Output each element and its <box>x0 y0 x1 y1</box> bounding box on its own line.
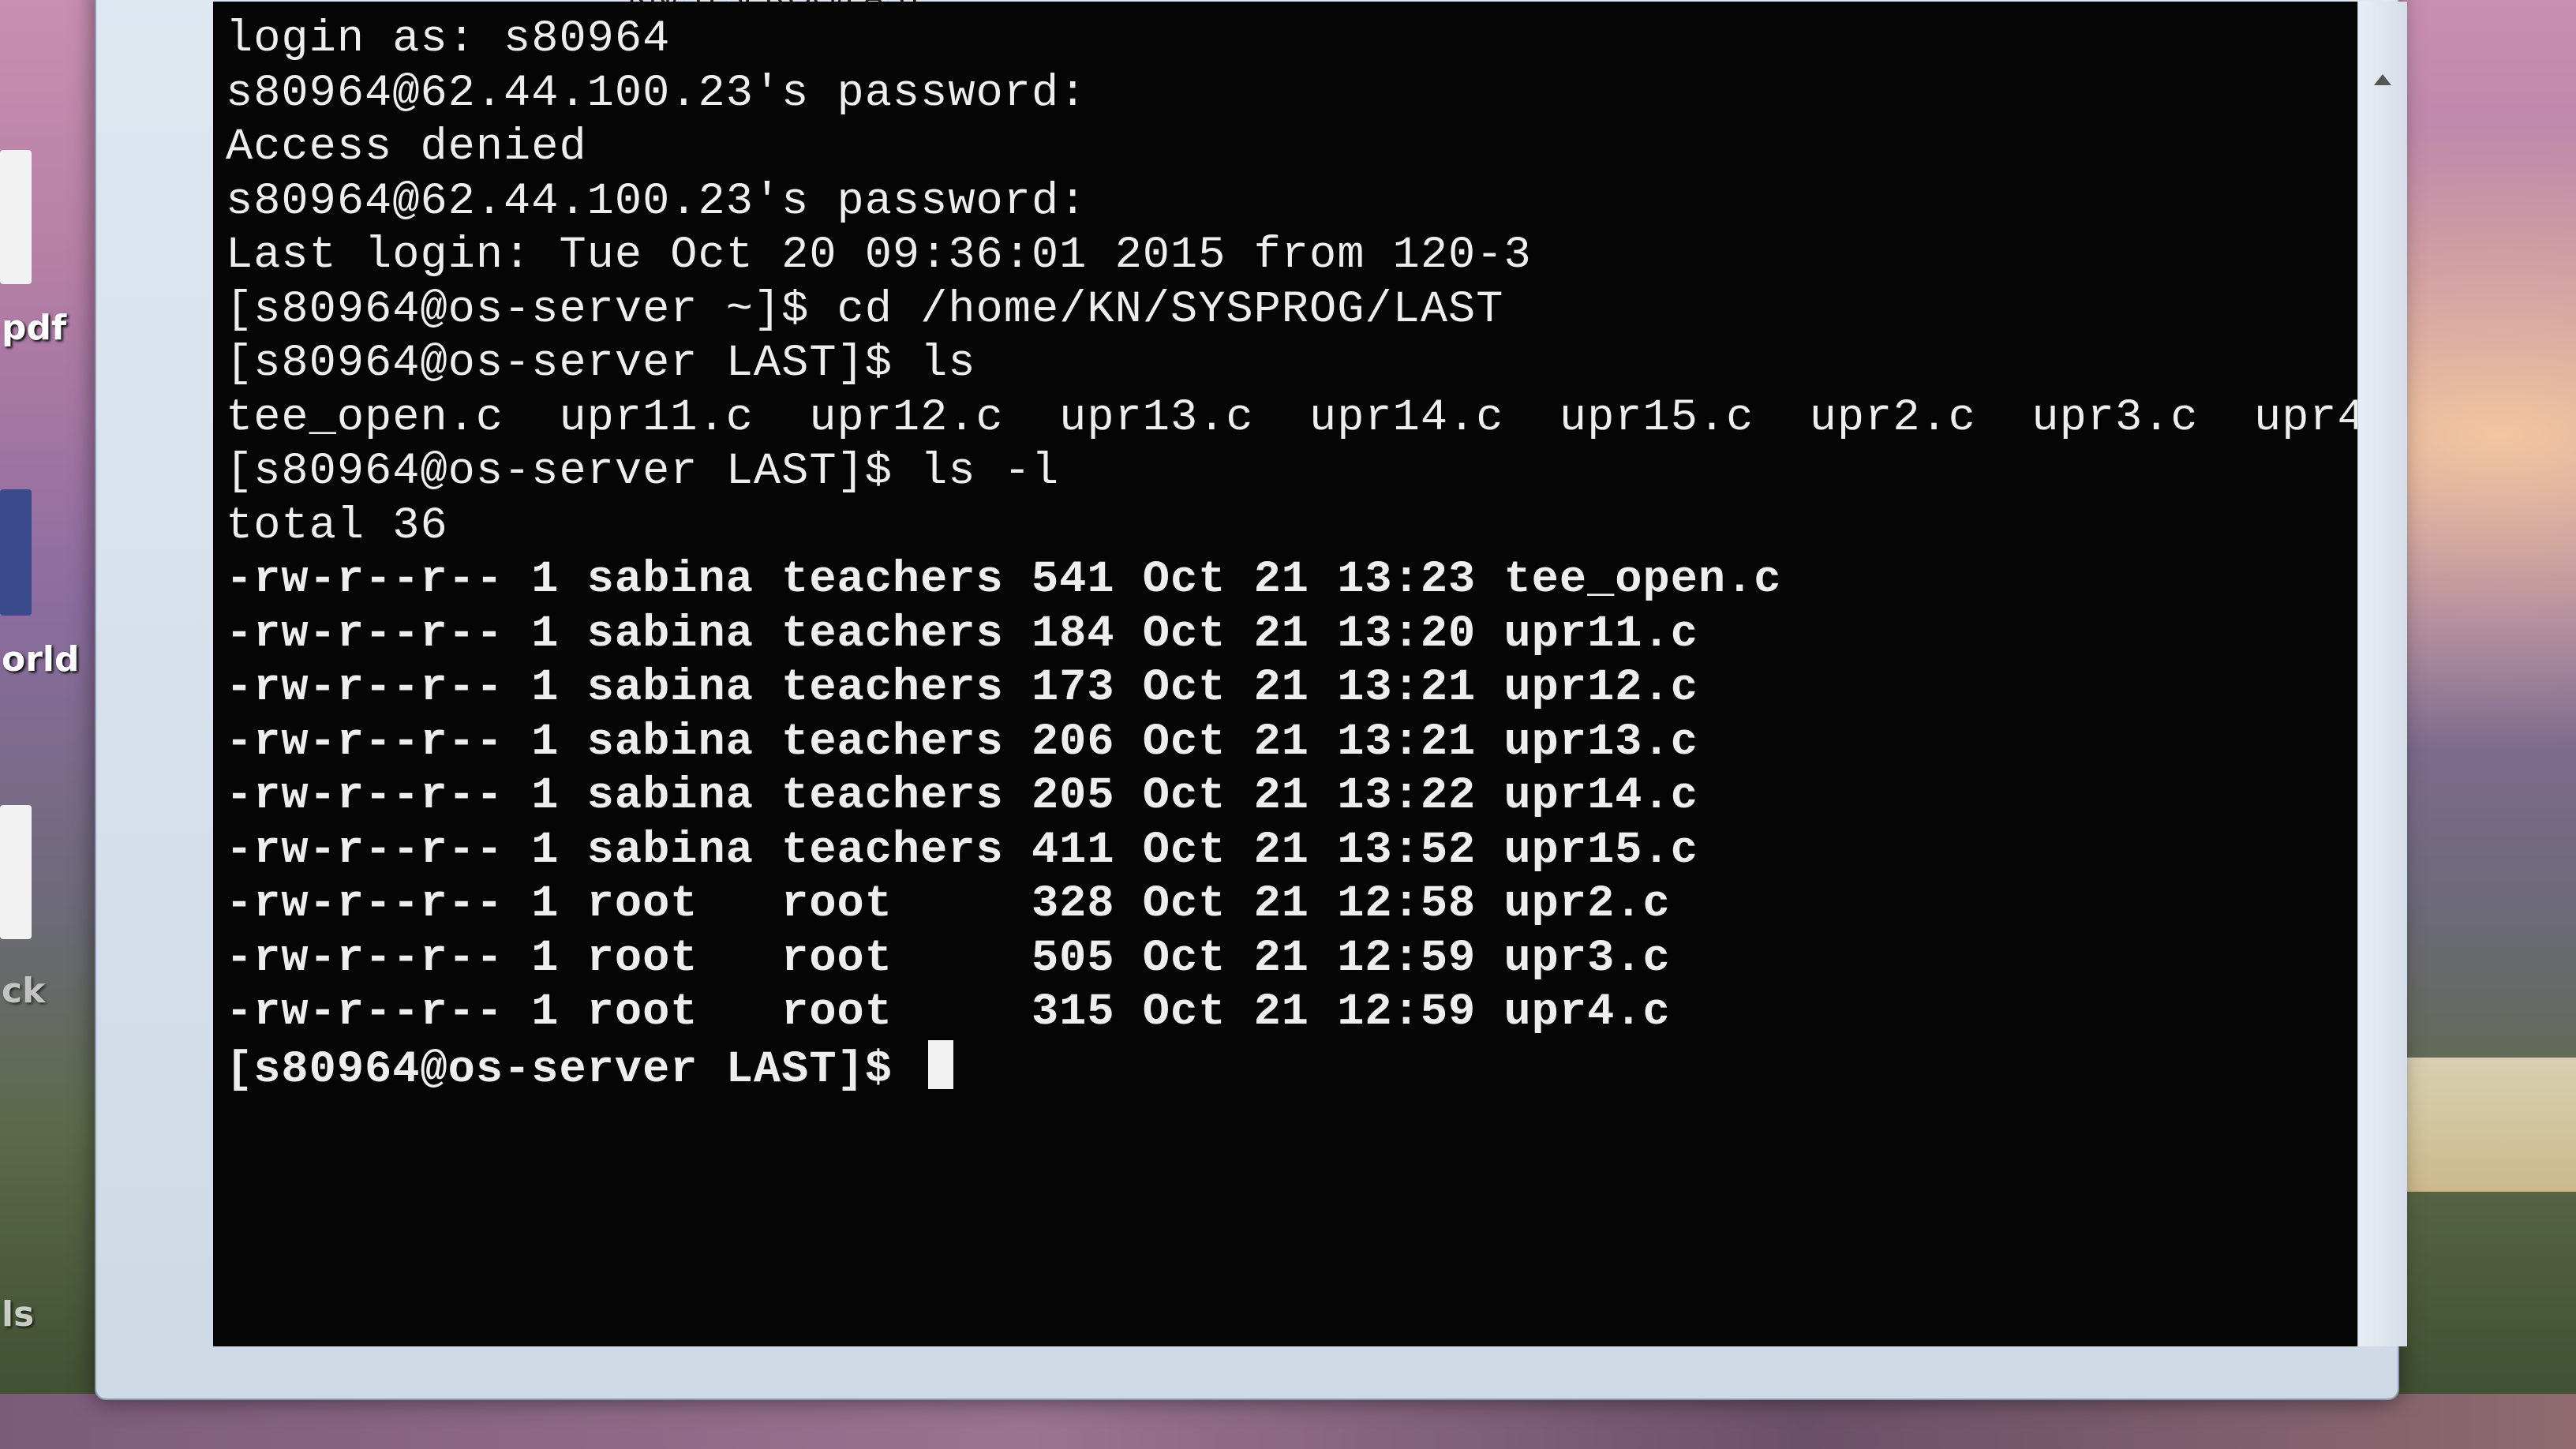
desktop-icon-world[interactable] <box>0 489 32 616</box>
prompt-line[interactable]: [s80964@os-server LAST]$ <box>226 1039 2344 1095</box>
file-listing-row: -rw-r--r-- 1 sabina teachers 411 Oct 21 … <box>226 825 1698 876</box>
terminal-output[interactable]: login as: s80964 s80964@62.44.100.23's p… <box>213 2 2407 1346</box>
file-listing-row: -rw-r--r-- 1 sabina teachers 206 Oct 21 … <box>226 717 1698 768</box>
terminal-line: Last login: Tue Oct 20 09:36:01 2015 fro… <box>226 230 1532 281</box>
desktop-label-world: orld <box>2 639 80 680</box>
terminal-line: login as: s80964 <box>226 14 671 65</box>
terminal-line: total 36 <box>226 500 448 552</box>
file-listing-row: -rw-r--r-- 1 root root 328 Oct 21 12:58 … <box>226 879 1671 930</box>
terminal-line: s80964@62.44.100.23's password: <box>226 176 1088 227</box>
file-listing-row: -rw-r--r-- 1 sabina teachers 173 Oct 21 … <box>226 663 1698 713</box>
terminal-line: s80964@62.44.100.23's password: <box>226 68 1088 119</box>
desktop-label-doc: ck <box>2 971 46 1011</box>
vertical-scrollbar[interactable] <box>2357 2 2407 1346</box>
desktop-label-ls: ls <box>2 1294 35 1335</box>
shell-prompt: [s80964@os-server LAST]$ <box>226 1044 921 1095</box>
desktop-label-pdf: pdf <box>2 308 67 348</box>
scroll-up-arrow-icon[interactable] <box>2374 74 2391 85</box>
desktop-icon-pdf[interactable] <box>0 150 32 284</box>
file-listing-row: -rw-r--r-- 1 sabina teachers 184 Oct 21 … <box>226 608 1698 660</box>
file-listing-row: -rw-r--r-- 1 root root 505 Oct 21 12:59 … <box>226 933 1671 984</box>
terminal-line: [s80964@os-server ~]$ cd /home/KN/SYSPRO… <box>226 284 1504 335</box>
terminal-window: ...KN/SYSPROG/LAST — ☐ X login as: s8096… <box>95 0 2407 1400</box>
file-listing-row: -rw-r--r-- 1 sabina teachers 205 Oct 21 … <box>226 771 1698 822</box>
terminal-line: [s80964@os-server LAST]$ ls <box>226 339 976 389</box>
terminal-line: Access denied <box>226 122 587 173</box>
desktop-icon-doc[interactable] <box>0 805 32 939</box>
terminal-line: [s80964@os-server LAST]$ ls -l <box>226 447 1060 497</box>
file-listing-row: -rw-r--r-- 1 root root 315 Oct 21 12:59 … <box>226 987 1671 1038</box>
desktop-bottom-strip <box>0 1394 2576 1449</box>
terminal-line: tee_open.c upr11.c upr12.c upr13.c upr14… <box>226 392 2407 444</box>
file-listing-row: -rw-r--r-- 1 sabina teachers 541 Oct 21 … <box>226 555 1782 605</box>
text-cursor <box>928 1039 954 1089</box>
terminal-lines: login as: s80964 s80964@62.44.100.23's p… <box>226 13 2407 1095</box>
